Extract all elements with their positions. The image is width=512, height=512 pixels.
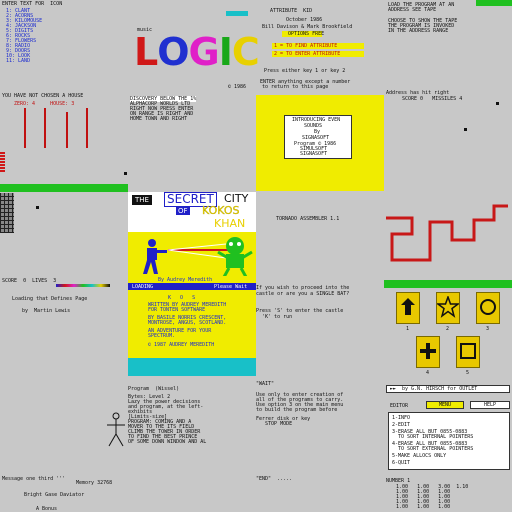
intro-panel: INTRODUCING EVEN SOUNDS By SIGNASOFT Pro…: [256, 95, 384, 191]
program-title: Program (Wissel): [128, 386, 180, 392]
note-line: ADDRESS SEE TAPE: [388, 7, 437, 13]
score-line: SCORE 0 LIVES 3: [2, 278, 57, 284]
button-number: 5: [466, 370, 470, 376]
logic-logo: LOGIC: [134, 30, 260, 74]
dot: [36, 206, 39, 209]
note-line: IN THE ADDRESS RANGE: [388, 28, 449, 34]
dot: [464, 128, 467, 131]
button-number: 1: [406, 326, 410, 332]
score-line: SCORE 0 MISSILES 4: [402, 96, 463, 102]
title-khan: KHAN: [214, 217, 246, 230]
menu-item[interactable]: 6-QUIT: [392, 460, 410, 466]
gauge-bar: [86, 108, 88, 148]
logo-letter: O: [157, 30, 189, 74]
secret-city-panel: THE SECRET CITY OF KOKOS KHAN By Audrey …: [128, 192, 256, 376]
menu-button[interactable]: MENU: [426, 401, 464, 409]
end-line: "END" .....: [256, 476, 293, 482]
title-kokos: KOKOS: [202, 204, 240, 217]
message-line: Message one third ''': [2, 476, 66, 482]
divider-bar: [384, 280, 512, 288]
square-icon: [460, 343, 476, 359]
control-button[interactable]: [436, 292, 460, 324]
gauge-bar: [66, 112, 68, 148]
gauge-bar: [24, 108, 26, 148]
desc-line: © 1987 AUDREY MEREDITH: [148, 342, 215, 348]
castle-prompt-2: castle or are you a SINGLE BAT?: [256, 291, 350, 297]
section-label: EDITOR: [390, 403, 409, 409]
attr-credit: Bill Davison & Mark Brookfield: [262, 24, 353, 30]
memory-line: Memory 32768: [76, 480, 113, 486]
stick-figure: [107, 412, 125, 447]
menu-item: TO SORT INTERNAL POINTERS: [392, 434, 474, 440]
copyright: © 1986: [228, 84, 247, 90]
control-button[interactable]: [476, 292, 500, 324]
logic-notes: DISCOVERY BELOW THE 1% ALPHACORP WORLDS …: [130, 96, 254, 122]
button-number: 2: [446, 326, 450, 332]
tornado-title: TORNADO ASSEMBLER 1.1: [276, 216, 340, 222]
maze-path: [386, 204, 508, 262]
button-number: 3: [486, 326, 490, 332]
table-row: 1.00 1.00 1.00: [396, 504, 451, 510]
house-prompt: YOU HAVE NOT CHOSEN A HOUSE: [2, 93, 84, 99]
menu-item[interactable]: 1-INFO: [392, 415, 410, 421]
note-line: HOME TOWN AND RIGHT: [130, 116, 188, 122]
menu-item[interactable]: 5-MAKE ALLOCS ONLY: [392, 453, 446, 459]
logo-letter: L: [134, 30, 158, 74]
option-1[interactable]: 1 = TO FIND ATTRIBUTE: [274, 43, 337, 49]
dot: [496, 102, 499, 105]
wait-line: to build the program before: [256, 407, 338, 413]
cursor-marker: [124, 172, 127, 175]
sprite-grid: [0, 193, 14, 233]
wait-title: "WAIT": [256, 381, 275, 387]
logo-letter: G: [188, 30, 220, 74]
button-number: 4: [426, 370, 430, 376]
author-line: by Martin Lewis: [22, 308, 71, 314]
gauge-bar: [44, 108, 46, 148]
attr-date: October 1986: [286, 17, 323, 23]
intro-line: SIGNASOFT: [300, 151, 328, 157]
house-status: ZERO: 4 HOUSE: 3: [14, 101, 75, 107]
footer-line: A Bonus: [36, 506, 58, 512]
circle-icon: [480, 299, 496, 315]
outlet-byline: by G.N. HIRSCH for OUTLET: [402, 386, 478, 392]
chevron-up-icon: [401, 298, 415, 315]
control-button[interactable]: [416, 336, 440, 368]
hero-sprite: [143, 239, 167, 274]
menu-item: TO SORT EXTERNAL POINTERS: [392, 446, 474, 452]
red-marker: [0, 152, 5, 172]
green-corner: [476, 0, 512, 6]
cyan-badge: [226, 11, 248, 16]
divider-bar: [0, 184, 128, 192]
control-button[interactable]: [456, 336, 480, 368]
help-button[interactable]: HELP: [470, 401, 510, 409]
title-of: OF: [176, 207, 190, 215]
attr-press: Press either key 1 or key 2: [264, 68, 346, 74]
monster-sprite: [217, 237, 253, 278]
desc-line: FOR TONTEN SOFTWARE: [148, 307, 206, 313]
attr-title: ATTRIBUTE KID: [270, 8, 313, 14]
control-button[interactable]: [396, 292, 420, 324]
plus-icon: [420, 343, 436, 359]
logo-letter: C: [231, 30, 260, 74]
icon-entry-title: ENTER TEXT FOR ICON: [2, 1, 63, 7]
star-icon: [437, 296, 459, 318]
list-item[interactable]: 11: LAND: [6, 58, 30, 64]
footer-line: Bright Gase Daviator: [24, 492, 85, 498]
kos-line: K O S: [168, 295, 196, 301]
prog-line: OF SOME DOWN WINDOW AND AL: [128, 439, 207, 445]
desc-line: SPECTRUM.: [148, 333, 176, 339]
option-2[interactable]: 2 = TO ENTER ATTRIBUTE: [274, 51, 340, 57]
loading-page: Loading that Defines Page: [12, 296, 88, 302]
arrow-icon: ►►: [390, 386, 397, 392]
attr-enter-2: to return to this page: [262, 84, 329, 90]
color-strip: [56, 284, 110, 287]
wait-line: STOP MODE: [256, 421, 293, 427]
desc-line: MONTROSE, ANGUS, SCOTLAND.: [148, 320, 227, 326]
castle-press-2: 'K' to run: [256, 314, 293, 320]
logo-letter: I: [218, 30, 233, 74]
options-label: OPTIONS FREE: [288, 31, 325, 37]
menu-item[interactable]: 2-EDIT: [392, 422, 410, 428]
title-the: THE: [132, 195, 152, 205]
